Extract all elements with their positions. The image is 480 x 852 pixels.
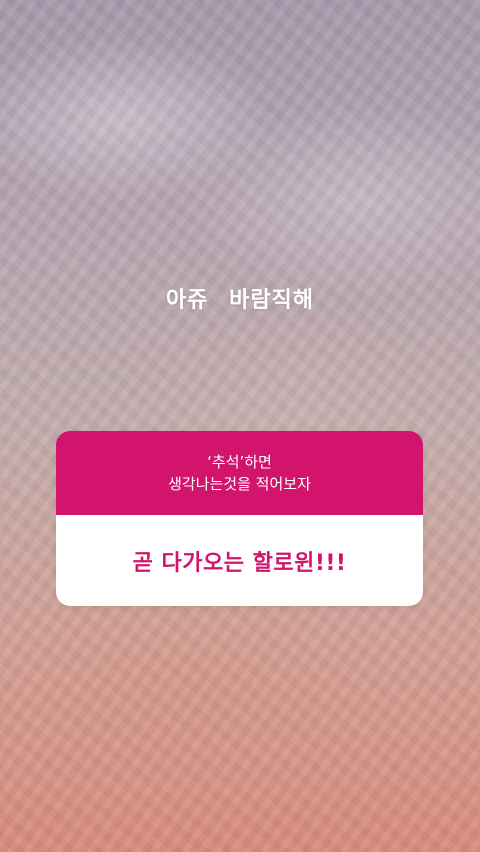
story-background <box>0 0 480 852</box>
story-caption-text: 아쥬 바람직해 <box>165 288 315 313</box>
answer-text: 곧 다가오는 할로윈!!! <box>132 550 347 576</box>
question-sticker[interactable]: ‘추석’하면 생각나는것을 적어보자 곧 다가오는 할로윈!!! <box>56 431 423 606</box>
question-text-line1: ‘추석’하면 <box>207 453 272 471</box>
question-sticker-header: ‘추석’하면 생각나는것을 적어보자 <box>56 431 423 515</box>
answer-area: 곧 다가오는 할로윈!!! <box>56 515 423 606</box>
question-text-line2: 생각나는것을 적어보자 <box>168 475 311 493</box>
